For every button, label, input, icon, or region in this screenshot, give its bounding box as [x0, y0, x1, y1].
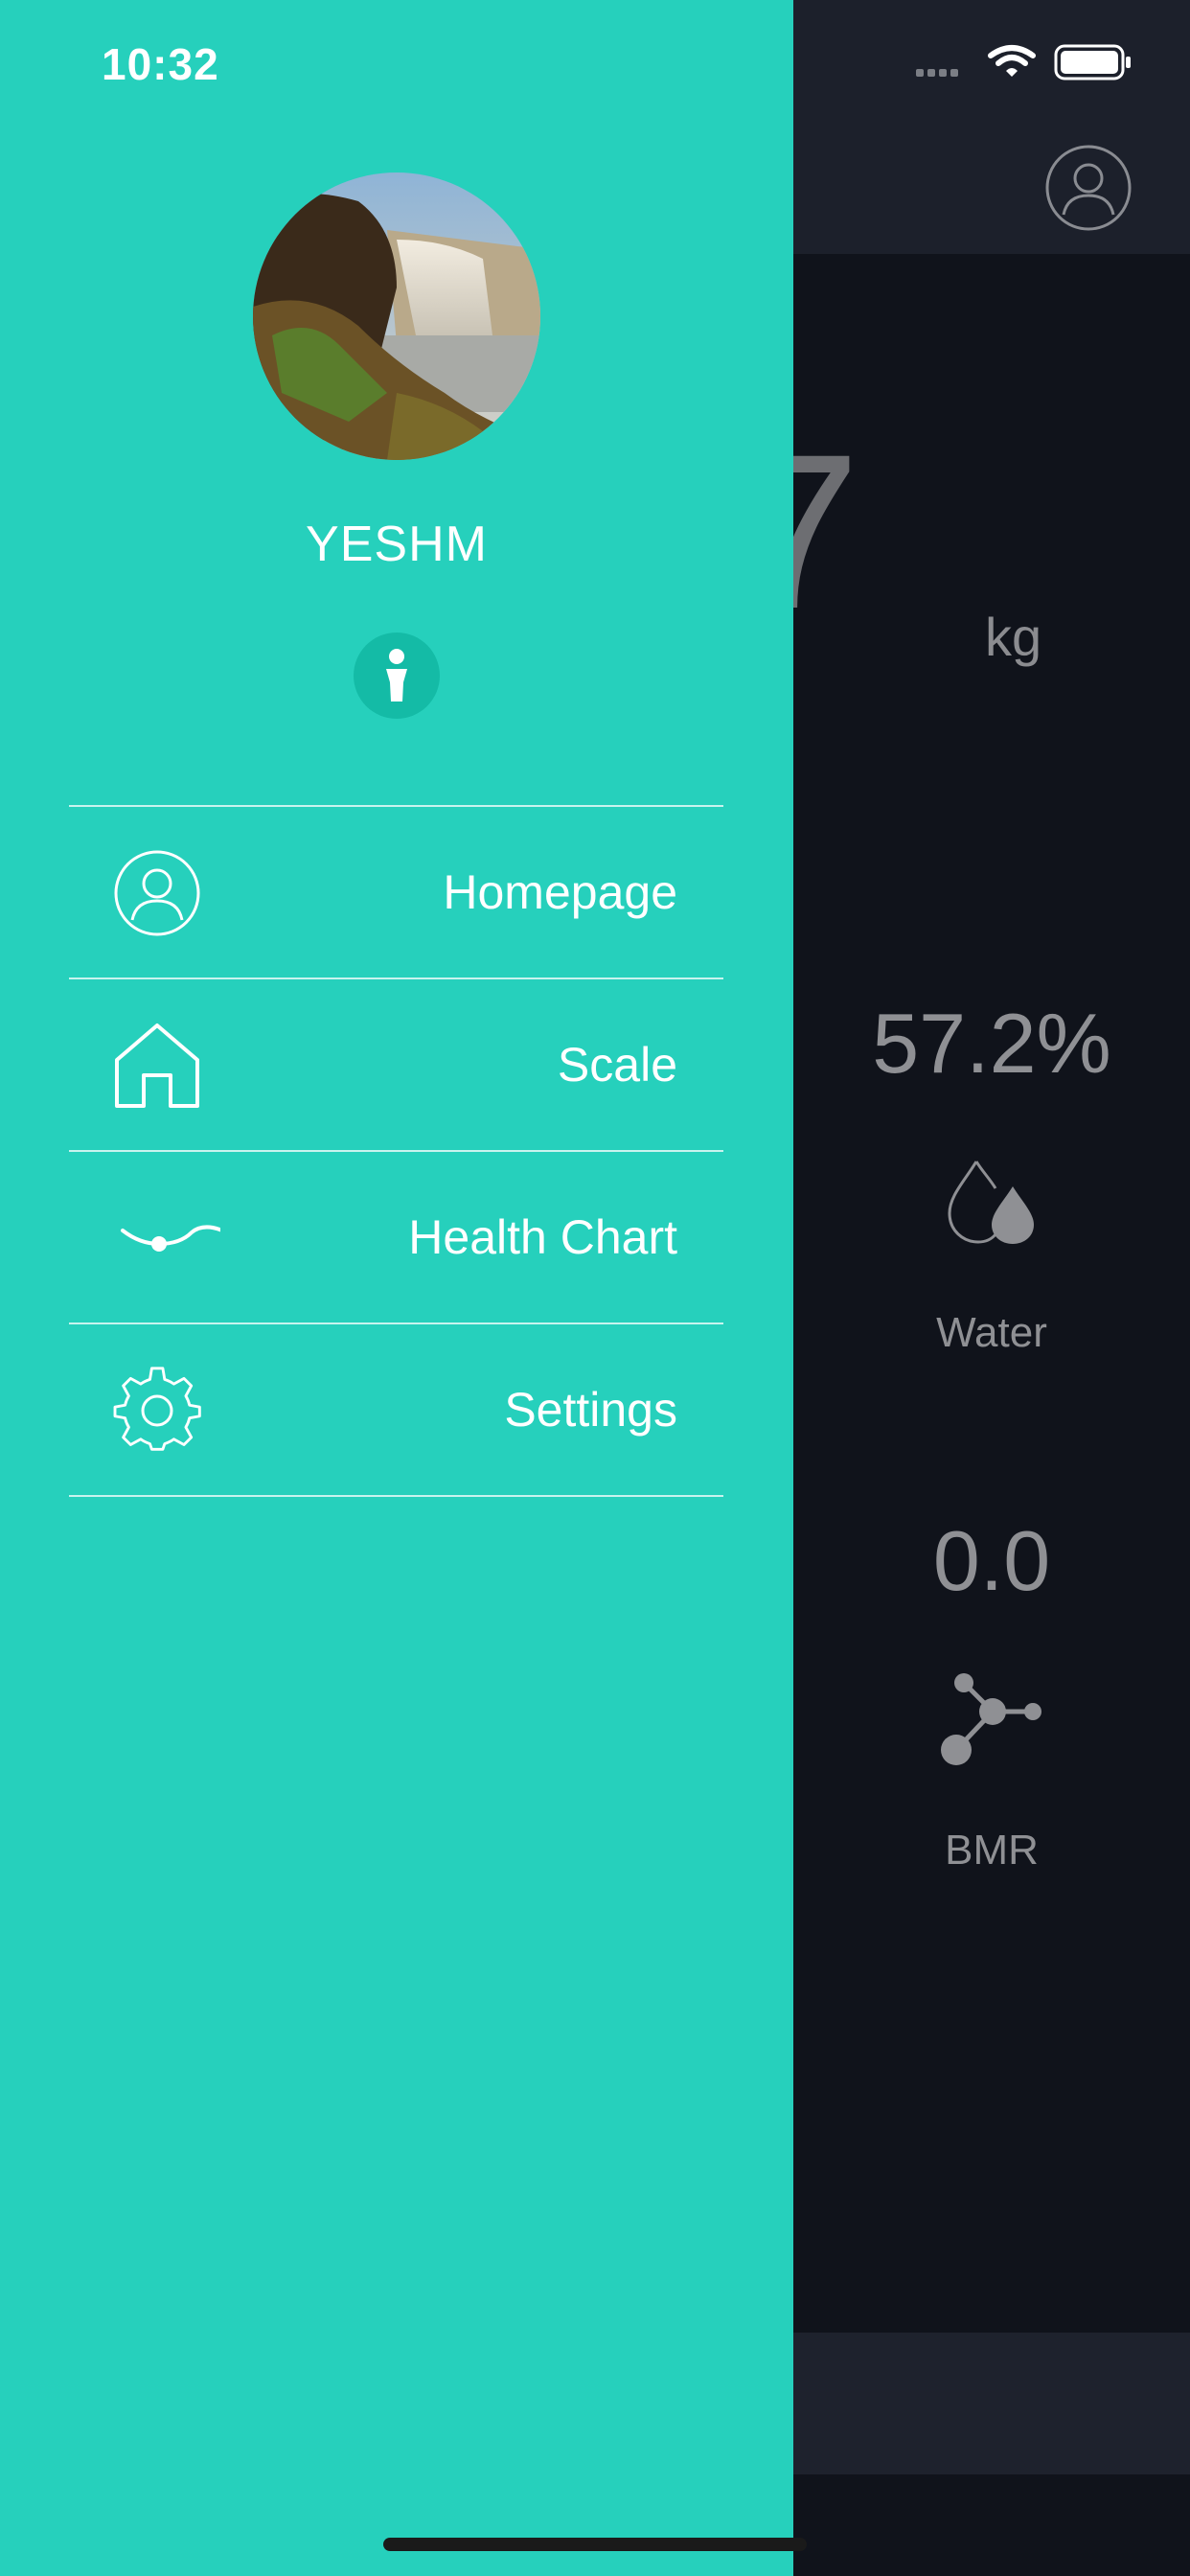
home-indicator[interactable]: [383, 2538, 807, 2551]
avatar[interactable]: [253, 172, 540, 460]
username: YESHM: [306, 517, 488, 572]
bmr-label: BMR: [945, 1827, 1039, 1874]
weight-unit: kg: [985, 607, 1042, 667]
menu-item-label: Health Chart: [408, 1210, 677, 1264]
divider: [69, 1495, 723, 1497]
menu-item-label: Settings: [504, 1383, 677, 1437]
water-value: 57.2%: [872, 996, 1111, 1091]
house-icon: [115, 1024, 199, 1108]
gear-icon: [113, 1367, 201, 1451]
status-icons: [916, 44, 1131, 80]
molecule-icon: [941, 1673, 1041, 1765]
avatar-image: [253, 172, 540, 460]
water-drops-icon: [948, 1161, 1034, 1244]
wifi-icon: [988, 45, 1036, 77]
menu-item-label: Homepage: [443, 865, 677, 919]
profile-icon[interactable]: [1044, 144, 1133, 232]
status-time: 10:32: [102, 39, 219, 89]
menu-item-settings[interactable]: Settings: [69, 1324, 723, 1495]
menu-item-label: Scale: [557, 1038, 677, 1092]
menu-item-homepage[interactable]: Homepage: [69, 807, 723, 978]
drawer-menu: Homepage Scale Health Chart Settings: [69, 805, 723, 1497]
water-label: Water: [936, 1309, 1047, 1356]
wave-chart-icon: [121, 1225, 220, 1252]
side-drawer: 10:32 YESHM Homepage Scale Health Chart …: [0, 0, 793, 2576]
bmr-value: 0.0: [932, 1513, 1051, 1608]
gender-info-badge[interactable]: [354, 632, 440, 719]
menu-item-scale[interactable]: Scale: [69, 979, 723, 1150]
person-info-icon: [386, 649, 407, 702]
menu-item-health-chart[interactable]: Health Chart: [69, 1152, 723, 1322]
person-circle-icon: [114, 850, 200, 936]
battery-icon: [1054, 44, 1131, 80]
cellular-signal-icon: [916, 69, 958, 77]
